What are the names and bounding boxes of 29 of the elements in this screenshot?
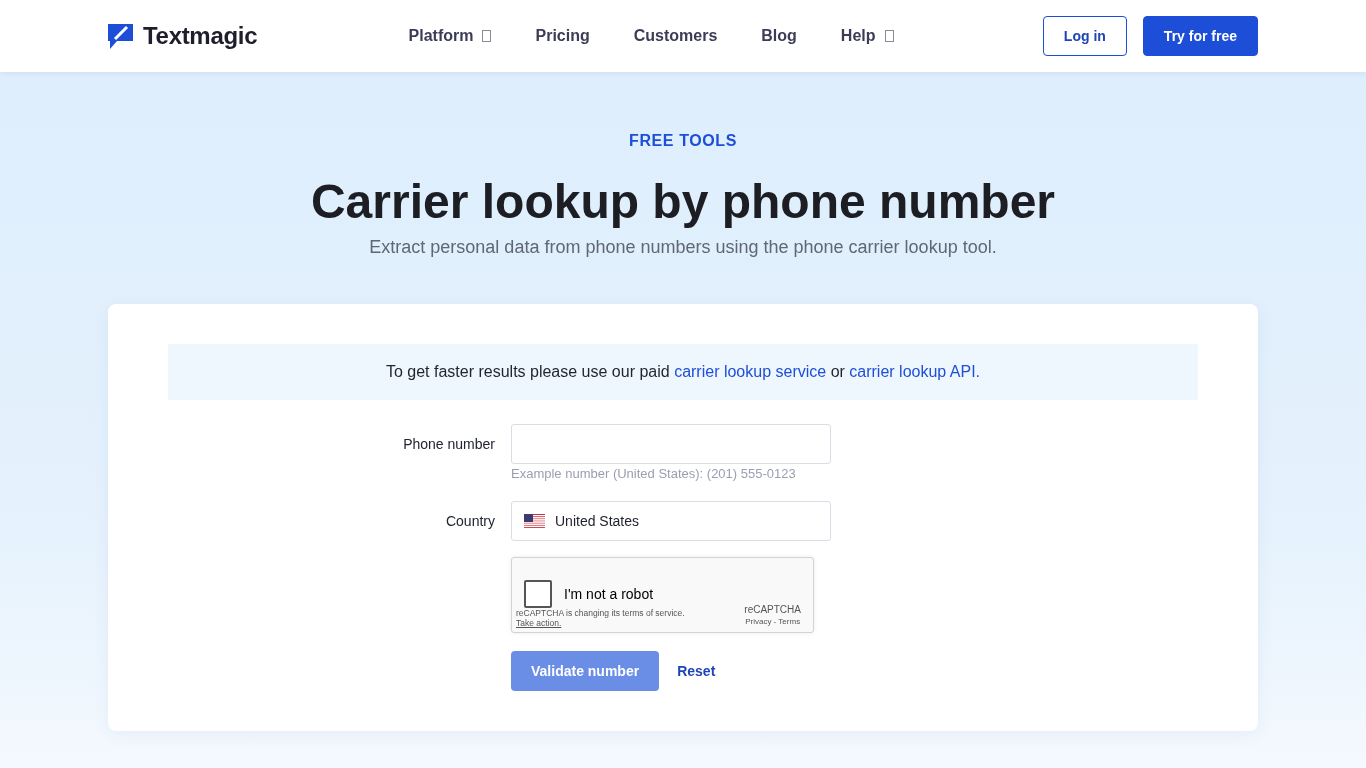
field-hint: Example number (United States): (201) 555-0123: [511, 466, 796, 482]
captcha-notice: reCAPTCHA is changing its terms of service.: [516, 608, 685, 618]
country-select[interactable]: United States: [511, 501, 831, 541]
field-label: Country: [445, 512, 495, 531]
login-button[interactable]: Log in: [1042, 16, 1127, 56]
eyebrow-text: FREE TOOLS: [629, 131, 737, 151]
notice-link[interactable]: carrier lookup service: [674, 363, 827, 381]
notice-link[interactable]: carrier lookup API.: [849, 363, 981, 381]
phone-input[interactable]: [511, 424, 831, 464]
logo-text: Textmagic: [143, 22, 258, 50]
privacy-terms-link[interactable]: Privacy - Terms: [745, 616, 801, 628]
select-value: United States: [555, 513, 640, 529]
reset-link[interactable]: Reset: [677, 663, 716, 679]
notice-text: To get faster results please use our paid carrier lookup service or carrier lookup API.: [168, 344, 1198, 400]
take-action-link[interactable]: Take action.: [516, 618, 562, 628]
logo-icon: [108, 23, 133, 49]
field-label: Phone number: [403, 435, 495, 454]
page-title: Carrier lookup by phone number: [310, 174, 1056, 230]
captcha-checkbox[interactable]: [524, 580, 552, 608]
nav-link[interactable]: Platform: [408, 27, 492, 45]
nav-link[interactable]: Customers: [633, 27, 718, 45]
flag-icon: [524, 513, 545, 529]
nav-link[interactable]: Help: [840, 27, 894, 45]
captcha-brand: reCAPTCHA: [744, 604, 801, 616]
captcha-label: I'm not a robot: [564, 586, 654, 602]
try-free-button[interactable]: Try for free: [1142, 16, 1258, 56]
nav-link[interactable]: Blog: [761, 27, 797, 45]
page-subtitle: Extract personal data from phone numbers using the phone carrier lookup tool.: [369, 236, 997, 259]
nav-link[interactable]: Pricing: [535, 27, 590, 45]
